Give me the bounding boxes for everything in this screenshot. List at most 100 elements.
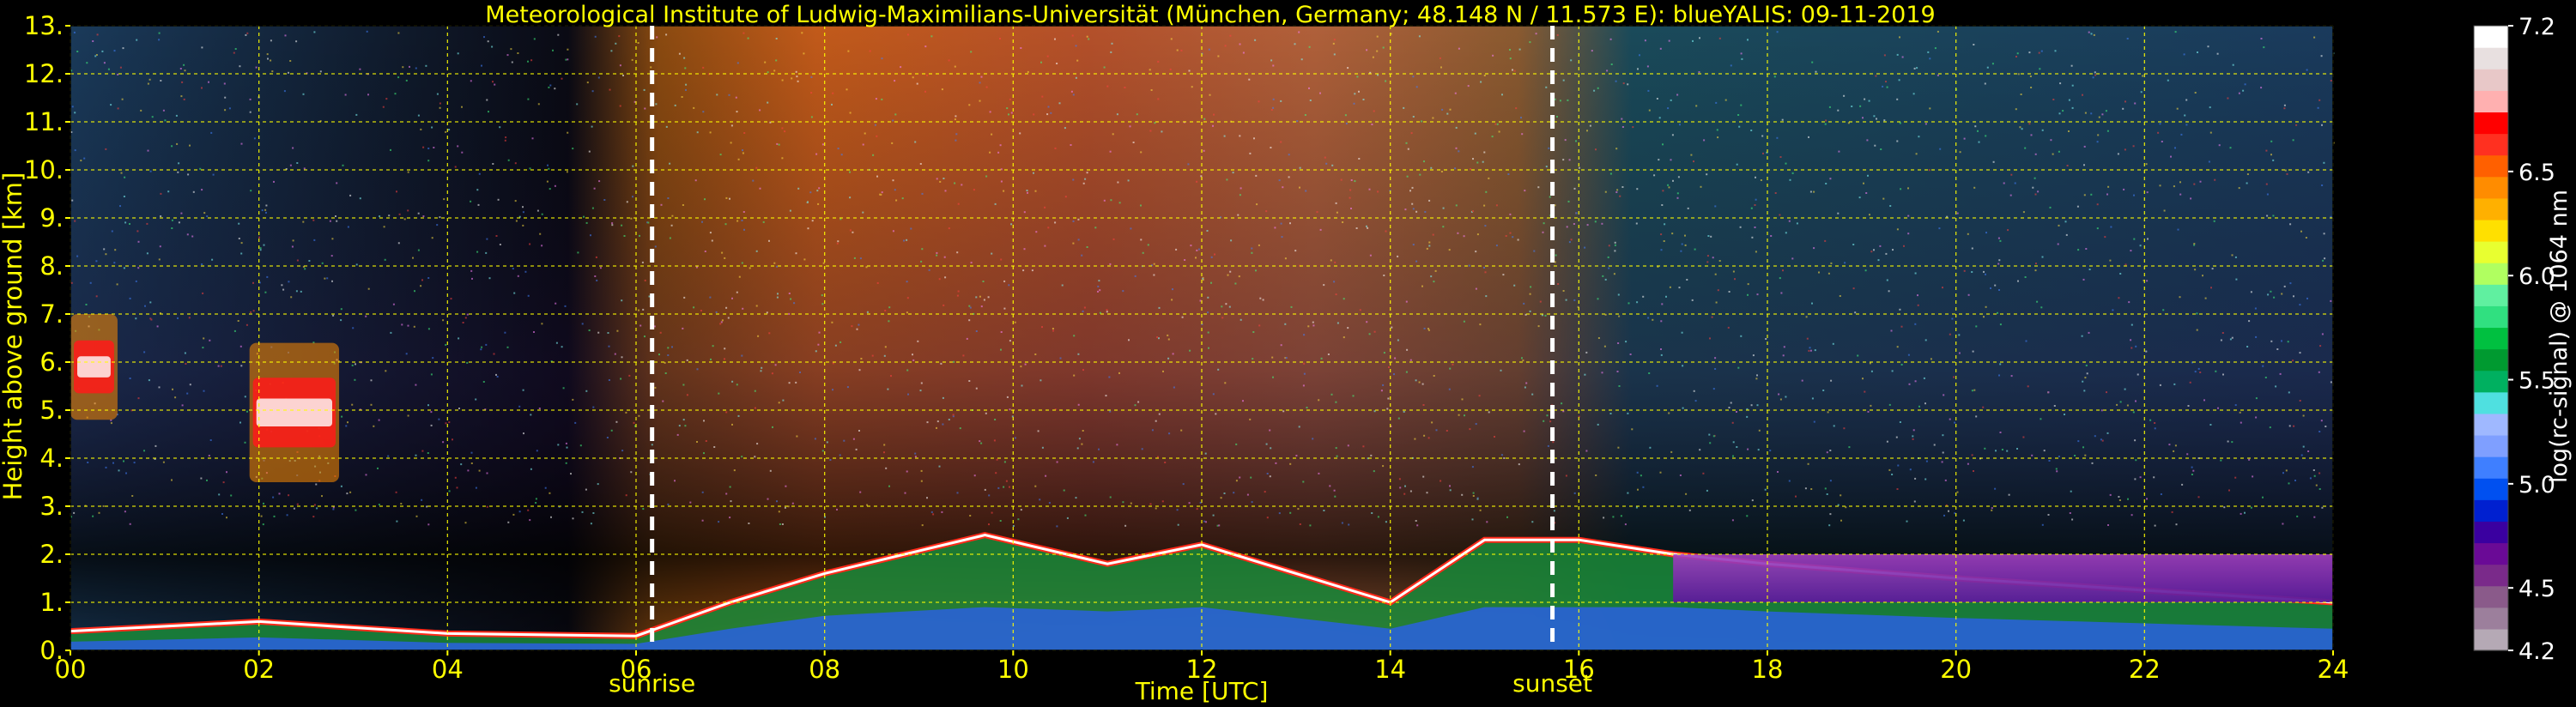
speckle-point	[1376, 35, 1379, 38]
speckle-point	[2168, 444, 2171, 446]
speckle-point	[1373, 470, 1375, 473]
colorbar-swatch	[2474, 478, 2508, 500]
speckle-point	[1377, 190, 1379, 193]
speckle-point	[801, 32, 803, 34]
speckle-point	[506, 346, 509, 348]
speckle-point	[1837, 212, 1840, 215]
speckle-point	[1985, 273, 1986, 275]
speckle-point	[431, 126, 433, 129]
speckle-point	[730, 124, 733, 127]
speckle-point	[1195, 257, 1197, 259]
speckle-point	[2216, 52, 2219, 55]
speckle-point	[201, 46, 203, 49]
speckle-point	[1122, 501, 1124, 504]
speckle-point	[901, 197, 904, 200]
speckle-point	[1974, 125, 1977, 128]
speckle-point	[1924, 123, 1927, 125]
speckle-point	[1492, 54, 1494, 57]
speckle-point	[817, 343, 820, 346]
speckle-point	[518, 511, 521, 513]
speckle-point	[2016, 52, 2019, 55]
speckle-point	[720, 321, 723, 323]
speckle-point	[696, 441, 698, 443]
speckle-point	[1483, 75, 1486, 76]
speckle-point	[1336, 455, 1338, 457]
speckle-point	[2034, 177, 2036, 179]
speckle-point	[178, 221, 180, 224]
speckle-point	[2096, 203, 2099, 206]
speckle-point	[839, 341, 842, 343]
speckle-point	[1594, 221, 1597, 223]
speckle-point	[694, 179, 697, 182]
speckle-point	[1986, 66, 1989, 69]
speckle-point	[1912, 93, 1915, 95]
speckle-point	[1565, 474, 1567, 477]
speckle-point	[1858, 196, 1861, 199]
speckle-point	[1693, 160, 1694, 163]
speckle-point	[1167, 334, 1169, 336]
speckle-point	[260, 515, 263, 517]
speckle-point	[2122, 107, 2124, 110]
speckle-point	[975, 296, 978, 299]
speckle-point	[1543, 222, 1545, 225]
speckle-point	[1676, 94, 1679, 96]
speckle-point	[906, 33, 909, 36]
speckle-point	[1467, 85, 1470, 88]
speckle-point	[148, 78, 151, 81]
speckle-point	[777, 293, 779, 295]
speckle-point	[470, 200, 472, 202]
speckle-point	[1228, 305, 1231, 308]
speckle-point	[1608, 267, 1610, 269]
speckle-point	[1056, 63, 1058, 64]
speckle-point	[2173, 185, 2175, 188]
speckle-point	[1064, 196, 1067, 198]
speckle-point	[2154, 422, 2156, 424]
speckle-point	[2017, 73, 2020, 76]
speckle-point	[1616, 189, 1619, 191]
speckle-point	[989, 111, 991, 113]
speckle-point	[332, 508, 335, 511]
residual-layer	[1673, 554, 2333, 602]
speckle-point	[2252, 475, 2254, 478]
speckle-point	[579, 444, 582, 447]
speckle-point	[936, 254, 938, 257]
speckle-point	[383, 226, 385, 228]
speckle-point	[810, 76, 813, 78]
speckle-point	[761, 366, 763, 369]
speckle-point	[633, 421, 635, 424]
speckle-point	[117, 107, 119, 110]
speckle-point	[1024, 363, 1027, 366]
speckle-point	[1212, 124, 1214, 127]
speckle-point	[702, 111, 705, 113]
speckle-point	[1377, 74, 1379, 76]
speckle-point	[529, 519, 531, 522]
speckle-point	[1077, 403, 1080, 406]
speckle-point	[704, 198, 706, 201]
speckle-point	[1883, 119, 1886, 122]
speckle-point	[1336, 211, 1338, 214]
speckle-point	[610, 429, 613, 432]
speckle-point	[2244, 83, 2246, 86]
speckle-point	[1973, 470, 1974, 472]
speckle-point	[2250, 291, 2252, 293]
speckle-point	[703, 452, 705, 455]
speckle-point	[200, 477, 203, 480]
speckle-point	[171, 145, 173, 148]
speckle-point	[258, 236, 260, 239]
speckle-point	[1324, 156, 1326, 159]
speckle-point	[1837, 109, 1840, 112]
speckle-point	[2174, 444, 2177, 447]
speckle-point	[671, 215, 674, 217]
speckle-point	[2270, 140, 2273, 142]
speckle-point	[2124, 263, 2127, 266]
speckle-point	[2028, 51, 2031, 54]
speckle-point	[345, 425, 348, 427]
speckle-point	[1687, 207, 1689, 209]
speckle-point	[2083, 145, 2086, 148]
speckle-point	[1811, 397, 1814, 400]
speckle-point	[1562, 79, 1565, 82]
colorbar-swatch	[2474, 47, 2508, 69]
speckle-point	[1106, 85, 1109, 88]
speckle-point	[1546, 414, 1549, 417]
speckle-point	[881, 98, 883, 100]
